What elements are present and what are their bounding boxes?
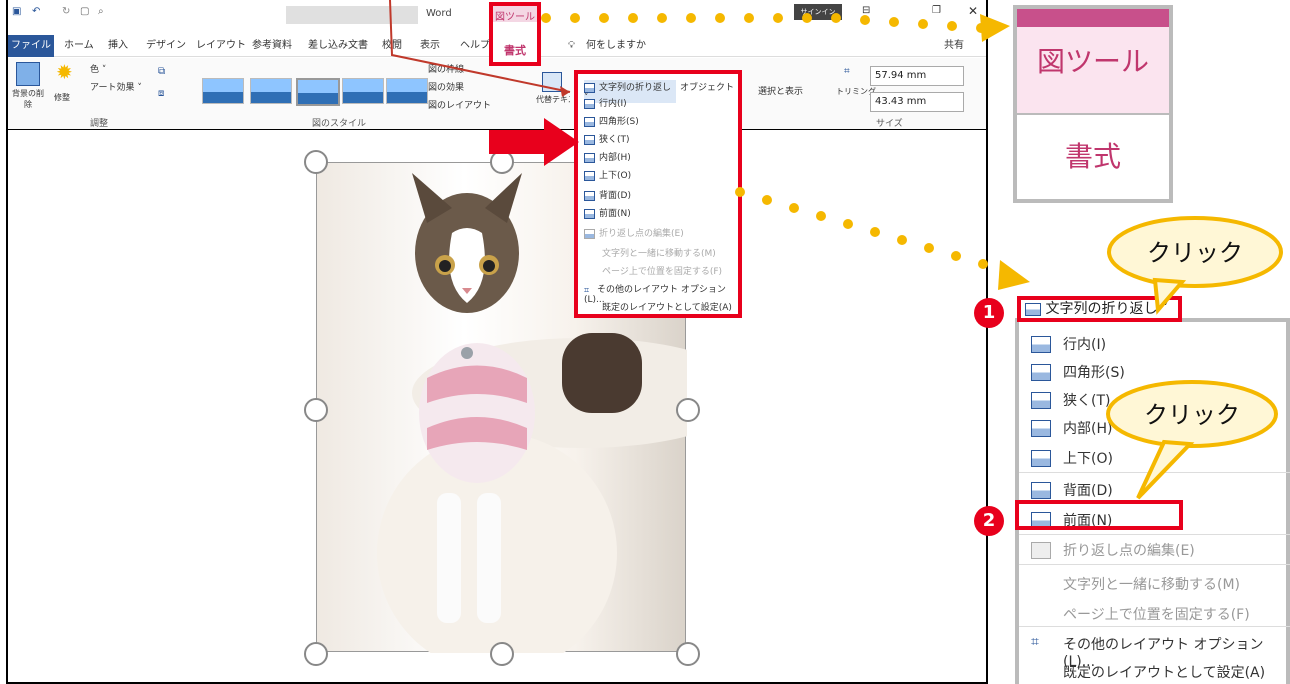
tab-layout[interactable]: レイアウト	[196, 35, 246, 57]
tab-design[interactable]: デザイン	[146, 35, 186, 57]
styles-group-label: 図のスタイル	[312, 119, 367, 129]
inline-icon	[1031, 336, 1051, 353]
save-icon[interactable]: ▣	[12, 6, 21, 17]
layout-options-icon: ⌗	[1031, 634, 1039, 650]
resize-handle-top-left[interactable]	[304, 150, 328, 174]
resize-handle-bottom-left[interactable]	[304, 642, 328, 666]
large-menu-fix-position: ページ上で位置を固定する(F)	[1063, 607, 1250, 623]
picture-style-2[interactable]	[250, 78, 292, 104]
menu-divider	[1019, 564, 1290, 565]
large-menu-edit-points: 折り返し点の編集(E)	[1063, 543, 1195, 559]
picture-tools-zoom-label: 図ツール	[1017, 27, 1169, 113]
adjust-group-label: 調整	[90, 119, 109, 129]
format-tab-zoom[interactable]: 書式	[1017, 115, 1169, 199]
remove-background-icon[interactable]	[16, 62, 40, 86]
remove-background-label[interactable]: 背景の削除	[12, 88, 44, 110]
click-callout-1: クリック	[1107, 216, 1283, 315]
click-callout-2-text: クリック	[1144, 401, 1240, 429]
tab-insert[interactable]: 挿入	[108, 35, 128, 57]
tab-file[interactable]: ファイル	[8, 35, 54, 57]
art-effects-button[interactable]: アート効果 ˅	[90, 80, 142, 93]
redo-icon[interactable]: ↻	[62, 6, 70, 17]
tab-home[interactable]: ホーム	[64, 35, 94, 57]
new-doc-icon[interactable]: ▢	[80, 6, 89, 17]
menu-divider	[1019, 534, 1290, 535]
print-preview-icon[interactable]: ⌕	[98, 6, 104, 17]
click-callout-2: クリック	[1106, 380, 1278, 500]
tab-references[interactable]: 参考資料	[252, 35, 292, 57]
large-menu-set-default[interactable]: 既定のレイアウトとして設定(A)	[1063, 662, 1265, 682]
correct-label[interactable]: 修整	[54, 92, 70, 103]
change-picture-icon[interactable]: ⧈	[158, 88, 164, 99]
through-icon	[1031, 420, 1051, 437]
wrap-icon	[1025, 302, 1041, 316]
color-button[interactable]: 色 ˅	[90, 62, 106, 75]
tight-icon	[1031, 392, 1051, 409]
picture-tools-zoom: 図ツール 書式	[1013, 5, 1173, 203]
large-menu-inline[interactable]: 行内(I)	[1063, 334, 1106, 354]
in-front-highlight	[1015, 500, 1183, 530]
top-bottom-icon	[1031, 450, 1051, 467]
picture-tools-color-strip	[1017, 9, 1169, 27]
resize-handle-bottom-right[interactable]	[676, 642, 700, 666]
picture-style-1[interactable]	[202, 78, 244, 104]
resize-handle-left[interactable]	[304, 398, 328, 422]
large-menu-square[interactable]: 四角形(S)	[1063, 362, 1125, 382]
picture-style-4[interactable]	[342, 78, 384, 104]
step-2-badge: 2	[974, 506, 1004, 536]
large-menu-move-with-text: 文字列と一緒に移動する(M)	[1063, 577, 1241, 593]
correct-icon[interactable]: ✹	[56, 60, 73, 84]
undo-icon[interactable]: ↶	[32, 6, 40, 17]
resize-handle-right[interactable]	[676, 398, 700, 422]
compress-icon[interactable]: ⧉	[158, 66, 165, 77]
click-callout-1-text: クリック	[1147, 239, 1243, 267]
edit-points-icon	[1031, 542, 1051, 559]
behind-icon	[1031, 482, 1051, 499]
step-1-badge: 1	[974, 298, 1004, 328]
resize-handle-bottom[interactable]	[490, 642, 514, 666]
tab-mailings[interactable]: 差し込み文書	[308, 35, 368, 57]
menu-set-default[interactable]: 既定のレイアウトとして設定(A)	[602, 300, 732, 313]
picture-style-3[interactable]	[296, 78, 340, 106]
menu-divider	[1019, 626, 1290, 627]
square-icon	[1031, 364, 1051, 381]
